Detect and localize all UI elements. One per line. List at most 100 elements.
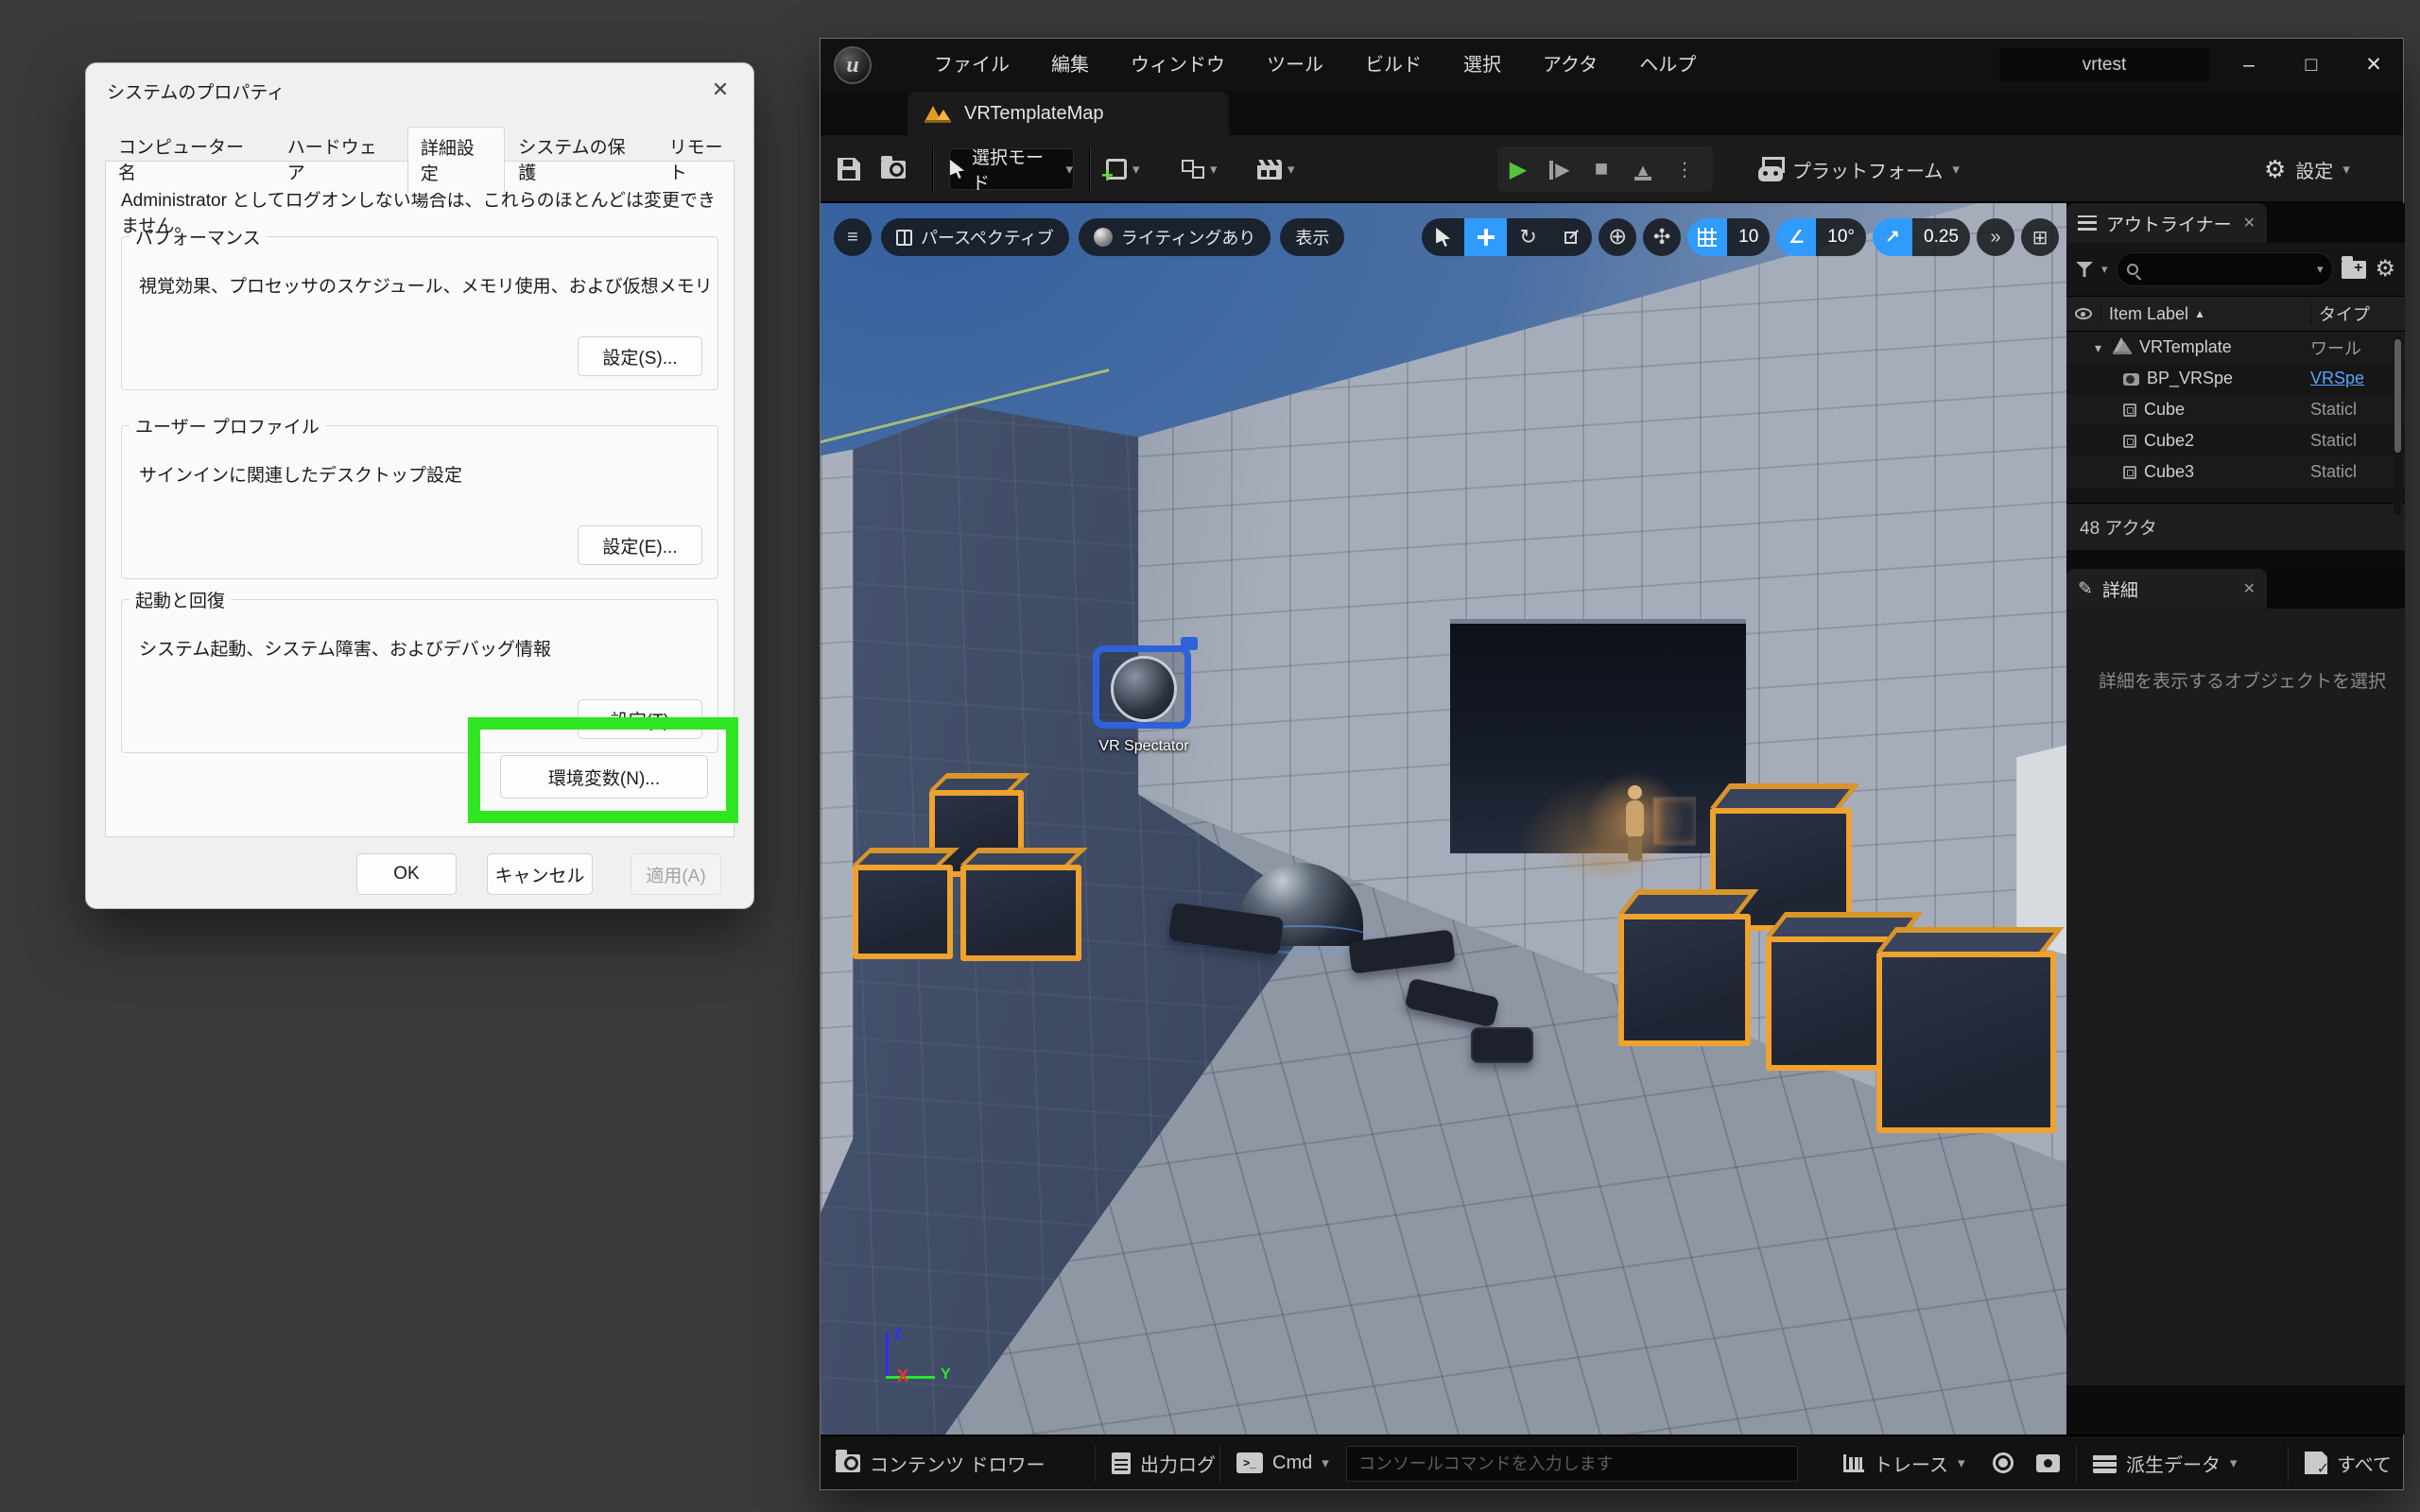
trace-dropdown[interactable]: トレース (1843, 1436, 1965, 1489)
ok-button[interactable]: OK (356, 853, 457, 895)
outliner-row-cube2[interactable]: Cube2 Staticl (2066, 425, 2405, 456)
cancel-button[interactable]: キャンセル (487, 853, 593, 895)
tab-outliner[interactable]: アウトライナー ✕ (2066, 203, 2267, 243)
outliner-scrollbar[interactable] (2394, 335, 2402, 515)
performance-settings-button[interactable]: 設定(S)... (578, 336, 702, 376)
unreal-editor-window: u ファイル 編集 ウィンドウ ツール ビルド 選択 アクタ ヘルプ vrtes… (820, 38, 2404, 1490)
rotate-tool[interactable]: ↻ (1507, 218, 1549, 256)
tab-computer-name[interactable]: コンピューター名 (105, 126, 274, 192)
camera-icon (2123, 373, 2139, 386)
menu-edit[interactable]: 編集 (1030, 39, 1110, 92)
right-panel-column: アウトライナー ✕ ▾ ▾ ⚙ (2066, 203, 2405, 1435)
menu-file[interactable]: ファイル (913, 39, 1030, 92)
menu-build[interactable]: ビルド (1344, 39, 1443, 92)
statusbar-separator (1219, 1446, 1220, 1482)
derived-data-dropdown[interactable]: 派生データ (2093, 1436, 2238, 1489)
chevron-down-icon[interactable]: ▾ (2317, 262, 2324, 277)
vr-spectator-camera[interactable] (1093, 645, 1191, 729)
add-actor-button[interactable] (1106, 148, 1140, 190)
perspective-dropdown[interactable]: パースペクティブ (881, 218, 1069, 256)
close-icon[interactable]: ✕ (2243, 214, 2256, 232)
apply-button[interactable]: 適用(A) (631, 853, 721, 895)
rotation-snap-control[interactable]: ∠ 10° (1776, 218, 1866, 256)
filter-icon[interactable] (2076, 262, 2093, 277)
show-dropdown[interactable]: 表示 (1280, 218, 1344, 256)
close-icon[interactable]: ✕ (2353, 39, 2394, 92)
titlebar[interactable]: u ファイル 編集 ウィンドウ ツール ビルド 選択 アクタ ヘルプ vrtes… (821, 39, 2403, 92)
close-icon[interactable]: ✕ (2243, 579, 2256, 598)
scale-tool[interactable] (1549, 218, 1592, 256)
content-browser-button[interactable] (881, 148, 906, 190)
unreal-logo-icon[interactable]: u (834, 46, 872, 84)
tab-details[interactable]: ✎ 詳細 ✕ (2066, 569, 2267, 609)
viewport-options-icon[interactable]: ≡ (834, 218, 872, 256)
column-item-label[interactable]: Item Label ▲ (2100, 304, 2310, 324)
close-icon[interactable]: ✕ (704, 75, 736, 105)
menu-actor[interactable]: アクタ (1522, 39, 1618, 92)
play-icon[interactable]: ▶ (1497, 156, 1539, 183)
tab-hardware[interactable]: ハードウェア (274, 126, 407, 192)
save-all-button[interactable]: すべて (2305, 1436, 2392, 1489)
content-drawer-button[interactable]: コンテンツ ドロワー (836, 1436, 1046, 1489)
play-options-icon[interactable]: ⋮ (1664, 158, 1705, 181)
create-folder-icon[interactable] (2342, 261, 2366, 279)
stop-icon[interactable]: ■ (1581, 156, 1622, 182)
select-tool[interactable] (1422, 218, 1464, 256)
menu-window[interactable]: ウィンドウ (1110, 39, 1246, 92)
maximize-viewport-icon[interactable]: ⊞ (2021, 218, 2059, 256)
tab-system-protection[interactable]: システムの保護 (505, 126, 655, 192)
camera-speed-overflow-icon[interactable]: » (1977, 218, 2014, 256)
menu-tools[interactable]: ツール (1246, 39, 1344, 92)
environment-variables-button[interactable]: 環境変数(N)... (500, 755, 708, 799)
outliner-row-vrtemplate[interactable]: VRTemplate ワール (2066, 332, 2405, 363)
tab-level-vrtemplatemap[interactable]: VRTemplateMap (908, 92, 1229, 135)
scene-cube (1618, 914, 1751, 1046)
console-command-input[interactable] (1346, 1446, 1798, 1482)
user-profiles-settings-button[interactable]: 設定(E)... (578, 525, 702, 565)
maximize-icon[interactable]: □ (2290, 39, 2332, 92)
settings-dropdown[interactable]: ⚙ 設定 (2264, 148, 2350, 190)
outliner-row-cube[interactable]: Cube Staticl (2066, 394, 2405, 425)
statusbar-separator (2076, 1446, 2077, 1482)
blueprint-icon (1182, 160, 1204, 179)
view-mode-dropdown[interactable]: ライティングあり (1079, 218, 1271, 256)
save-button[interactable] (838, 148, 860, 190)
minimize-icon[interactable]: – (2228, 39, 2270, 92)
blueprints-button[interactable] (1182, 148, 1218, 190)
surface-snapping-button[interactable]: ✣ (1643, 218, 1681, 256)
output-log-button[interactable]: 出力ログ (1112, 1436, 1216, 1489)
chevron-down-icon[interactable]: ▾ (2101, 262, 2108, 277)
scene-cube (853, 865, 953, 959)
system-properties-dialog[interactable]: システムのプロパティ ✕ コンピューター名 ハードウェア 詳細設定 システムの保… (85, 62, 754, 909)
outliner-row-bp-vrspectator[interactable]: BP_VRSpe VRSpe (2066, 363, 2405, 394)
console-mode-dropdown[interactable]: >_ Cmd (1236, 1436, 1329, 1489)
collapse-caret-icon[interactable] (2095, 337, 2105, 357)
save-icon (838, 158, 860, 180)
level-viewport[interactable]: VR Spectator Z Y X ≡ パースペクティブ (821, 203, 2066, 1435)
column-type[interactable]: タイプ (2310, 301, 2405, 326)
outliner-title: アウトライナー (2106, 211, 2232, 236)
move-tool[interactable] (1464, 218, 1507, 256)
outliner-settings-gear-icon[interactable]: ⚙ (2375, 258, 2395, 281)
tab-advanced[interactable]: 詳細設定 (407, 127, 505, 193)
scale-snap-control[interactable]: ↗ 0.25 (1873, 218, 1970, 256)
insights-record-button[interactable] (1993, 1436, 2014, 1489)
scene-cube (1876, 952, 2056, 1133)
eject-triangle-icon: ▲ (1634, 163, 1651, 180)
tab-remote[interactable]: リモート (656, 126, 753, 192)
platforms-dropdown[interactable]: プラットフォーム (1758, 148, 1960, 190)
screenshot-button[interactable] (2036, 1436, 2060, 1489)
visibility-column-eye-icon[interactable] (2066, 304, 2100, 324)
outliner-row-cube3[interactable]: Cube3 Staticl (2066, 456, 2405, 488)
grid-snap-control[interactable]: 10 (1687, 218, 1770, 256)
frame-skip-icon[interactable]: ▶ (1539, 156, 1581, 182)
eject-icon[interactable]: ▲ (1622, 156, 1664, 182)
menu-help[interactable]: ヘルプ (1618, 39, 1717, 92)
cinematics-button[interactable] (1257, 148, 1295, 190)
world-local-toggle[interactable]: ⊕ (1599, 218, 1636, 256)
dialog-tab-bar: コンピューター名 ハードウェア 詳細設定 システムの保護 リモート (105, 126, 753, 192)
outliner-search-input[interactable]: ▾ (2117, 252, 2334, 286)
clapperboard-icon (1257, 160, 1282, 180)
editor-mode-dropdown[interactable]: 選択モード (949, 148, 1074, 190)
menu-select[interactable]: 選択 (1443, 39, 1522, 92)
